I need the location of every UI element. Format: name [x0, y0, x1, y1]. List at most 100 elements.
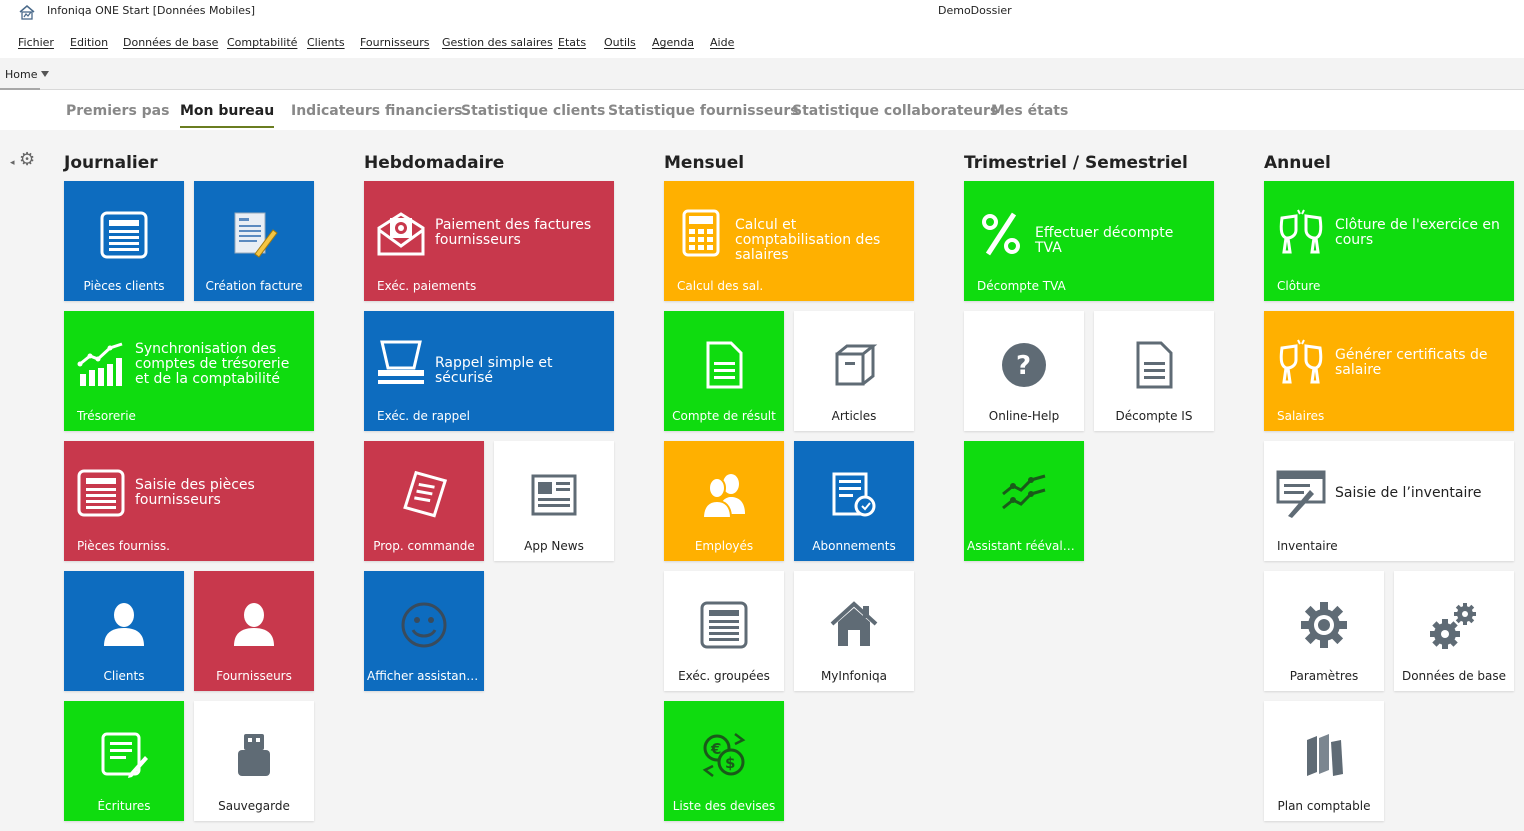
- menu-bar: Fichier Edition Données de base Comptabi…: [0, 32, 1524, 54]
- tile-online-help[interactable]: ? Online-Help: [964, 311, 1084, 431]
- menu-fichier[interactable]: Fichier: [18, 36, 54, 49]
- tile-donnees-de-base[interactable]: Données de base: [1394, 571, 1514, 691]
- column-hebdomadaire: Hebdomadaire: [364, 153, 505, 173]
- menu-comptabilite[interactable]: Comptabilité: [227, 36, 297, 49]
- tile-devises[interactable]: € $ Liste des devises: [664, 701, 784, 821]
- tile-label: Décompte TVA: [977, 279, 1066, 293]
- menu-etats[interactable]: Etats: [558, 36, 586, 49]
- column-mensuel: Mensuel: [664, 153, 745, 173]
- inventory-icon: [1275, 463, 1327, 523]
- tile-inventaire[interactable]: Saisie de l’inventaire Inventaire: [1264, 441, 1514, 561]
- subscription-icon: [794, 465, 914, 525]
- tile-ecritures[interactable]: Écritures: [64, 701, 184, 821]
- tab-mes-etats[interactable]: Mes états: [991, 103, 1068, 119]
- tile-rappel[interactable]: Rappel simple et sécurisé Exéc. de rappe…: [364, 311, 614, 431]
- tile-clients[interactable]: Clients: [64, 571, 184, 691]
- tile-label: Assistant réévalutati...: [967, 539, 1084, 553]
- tile-tva[interactable]: Effectuer décompte TVA Décompte TVA: [964, 181, 1214, 301]
- menu-clients[interactable]: Clients: [307, 36, 345, 49]
- tile-label: Pièces clients: [83, 279, 165, 293]
- tile-label: Salaires: [1277, 409, 1325, 423]
- tile-pieces-fournisseurs[interactable]: Saisie des pièces fournisseurs Pièces fo…: [64, 441, 314, 561]
- tile-sauvegarde[interactable]: Sauvegarde: [194, 701, 314, 821]
- menu-gestion-salaires[interactable]: Gestion des salaires: [442, 36, 553, 49]
- tile-label: Trésorerie: [77, 409, 136, 423]
- settings-button[interactable]: ◂ ⚙: [10, 149, 38, 172]
- menu-donnees-de-base[interactable]: Données de base: [123, 36, 218, 49]
- tile-reevaluation[interactable]: Assistant réévalutati...: [964, 441, 1084, 561]
- menu-agenda[interactable]: Agenda: [652, 36, 694, 49]
- books-icon: [1264, 725, 1384, 785]
- tab-indicateurs-financiers[interactable]: Indicateurs financiers: [291, 103, 463, 119]
- tile-label: Prop. commande: [373, 539, 475, 553]
- mail-money-icon: [375, 203, 427, 263]
- champagne-icon: [1275, 333, 1327, 393]
- tile-salaires[interactable]: Générer certificats de salaire Salaires: [1264, 311, 1514, 431]
- menu-aide[interactable]: Aide: [710, 36, 734, 49]
- menu-fournisseurs[interactable]: Fournisseurs: [360, 36, 429, 49]
- invoice-edit-icon: [194, 205, 314, 265]
- home-ribbon: Home: [0, 58, 1524, 90]
- column-annuel: Annuel: [1264, 153, 1331, 173]
- tile-title: Paiement des factures fournisseurs: [435, 217, 592, 248]
- tile-title: Saisie de l’inventaire: [1335, 485, 1482, 501]
- menu-edition[interactable]: Edition: [70, 36, 108, 49]
- box-icon: [794, 335, 914, 395]
- document-list-icon: [75, 463, 127, 523]
- tile-calcul-salaires[interactable]: Calcul et comptabilisation des salaires …: [664, 181, 914, 301]
- tile-fournisseurs[interactable]: Fournisseurs: [194, 571, 314, 691]
- tile-prop-commande[interactable]: Prop. commande: [364, 441, 484, 561]
- smiley-icon: [364, 595, 484, 655]
- tile-label: Création facture: [205, 279, 303, 293]
- tile-parametres[interactable]: Paramètres: [1264, 571, 1384, 691]
- tile-label: Compte de résult: [672, 409, 776, 423]
- chevron-down-icon[interactable]: [41, 71, 49, 77]
- tile-tresorerie[interactable]: Synchronisation des comptes de trésoreri…: [64, 311, 314, 431]
- tab-mon-bureau[interactable]: Mon bureau: [180, 103, 275, 128]
- tile-exec-groupees[interactable]: Exéc. groupées: [664, 571, 784, 691]
- calculator-icon: [675, 203, 727, 263]
- document-list-icon: [664, 595, 784, 655]
- tile-employes[interactable]: Employés: [664, 441, 784, 561]
- tile-creation-facture[interactable]: Création facture: [194, 181, 314, 301]
- tile-decompte-is[interactable]: Décompte IS: [1094, 311, 1214, 431]
- tile-label: Paramètres: [1289, 669, 1359, 683]
- tab-statistique-clients[interactable]: Statistique clients: [461, 103, 605, 119]
- tile-compte-resultat[interactable]: Compte de résult: [664, 311, 784, 431]
- user-icon: [64, 595, 184, 655]
- tile-title: Générer certificats de salaire: [1335, 347, 1488, 378]
- title-bar: Infoniqa ONE Start [Données Mobiles] Dem…: [0, 0, 1524, 24]
- tile-paiements[interactable]: Paiement des factures fournisseurs Exéc.…: [364, 181, 614, 301]
- tile-label: Employés: [694, 539, 754, 553]
- menu-outils[interactable]: Outils: [604, 36, 636, 49]
- tile-plan-comptable[interactable]: Plan comptable: [1264, 701, 1384, 821]
- dashboard-tabs: Premiers pas Mon bureau Indicateurs fina…: [0, 90, 1524, 130]
- document-edit-icon: [64, 725, 184, 785]
- tile-pieces-clients[interactable]: Pièces clients: [64, 181, 184, 301]
- tile-label: Décompte IS: [1115, 409, 1193, 423]
- tile-myinfoniqa[interactable]: MyInfoniqa: [794, 571, 914, 691]
- receipt-icon: [364, 465, 484, 525]
- tile-articles[interactable]: Articles: [794, 311, 914, 431]
- window-title: Infoniqa ONE Start [Données Mobiles]: [47, 4, 256, 17]
- tile-app-news[interactable]: App News: [494, 441, 614, 561]
- tile-label: Sauvegarde: [218, 799, 290, 813]
- tile-label: App News: [524, 539, 584, 553]
- svg-text:$: $: [725, 754, 735, 772]
- column-trimestriel: Trimestriel / Semestriel: [964, 153, 1188, 173]
- tile-label: Fournisseurs: [216, 669, 292, 683]
- usb-drive-icon: [194, 725, 314, 785]
- tile-cloture[interactable]: Clôture de l'exercice en cours Clôture: [1264, 181, 1514, 301]
- tile-abonnements[interactable]: Abonnements: [794, 441, 914, 561]
- tab-premiers-pas[interactable]: Premiers pas: [66, 103, 169, 119]
- help-icon: ?: [964, 335, 1084, 395]
- tile-label: Exéc. paiements: [377, 279, 477, 293]
- tile-title: Effectuer décompte TVA: [1035, 225, 1174, 256]
- tab-statistique-fournisseurs[interactable]: Statistique fournisseurs: [608, 103, 799, 119]
- tile-label: Pièces fourniss.: [77, 539, 170, 553]
- home-tab[interactable]: Home: [5, 68, 37, 81]
- tile-label: Abonnements: [812, 539, 896, 553]
- gear-icon: [1264, 595, 1384, 655]
- tile-assistant[interactable]: Afficher assistant do...: [364, 571, 484, 691]
- tab-statistique-collaborateurs[interactable]: Statistique collaborateurs: [792, 103, 998, 119]
